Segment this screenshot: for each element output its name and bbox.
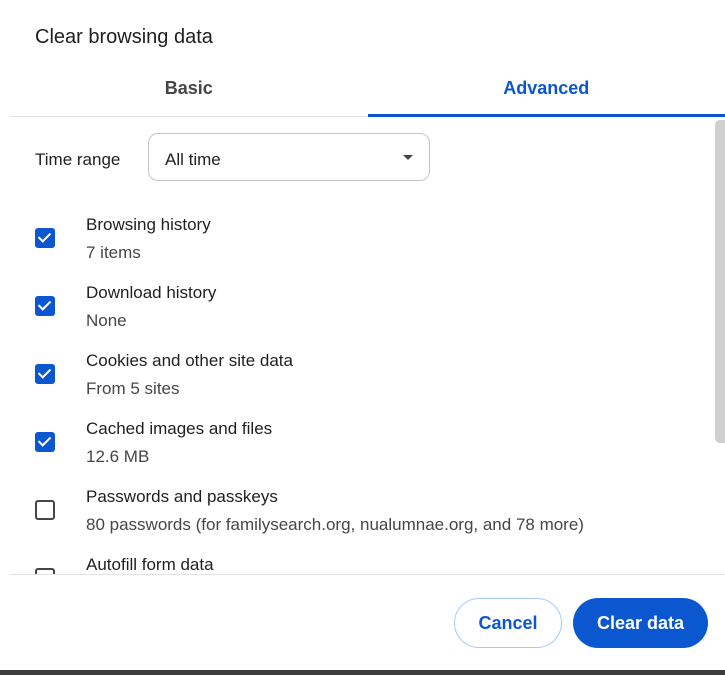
time-range-select[interactable]: All time — [148, 133, 430, 181]
browsing-history-checkbox[interactable] — [35, 228, 55, 248]
option-download-history[interactable]: Download history None — [10, 283, 710, 345]
option-title: Passwords and passkeys — [86, 487, 278, 506]
option-title: Autofill form data — [86, 555, 214, 574]
tab-basic[interactable]: Basic — [10, 66, 368, 116]
cookies-checkbox[interactable] — [35, 364, 55, 384]
time-range-label: Time range — [35, 150, 121, 169]
footer-divider — [10, 574, 725, 575]
time-range-value: All time — [165, 150, 221, 169]
option-cached-images[interactable]: Cached images and files 12.6 MB — [10, 419, 710, 481]
dropdown-caret-icon — [403, 155, 413, 160]
clear-data-button[interactable]: Clear data — [573, 598, 708, 648]
option-detail: From 5 sites — [86, 379, 180, 398]
dialog-title: Clear browsing data — [35, 26, 213, 48]
option-browsing-history[interactable]: Browsing history 7 items — [10, 215, 710, 277]
option-title: Cookies and other site data — [86, 351, 293, 370]
clear-browsing-data-dialog: Clear browsing data Basic Advanced Time … — [0, 0, 725, 675]
download-history-checkbox[interactable] — [35, 296, 55, 316]
option-detail: 7 items — [86, 243, 141, 262]
option-title: Download history — [86, 283, 217, 302]
option-cookies[interactable]: Cookies and other site data From 5 sites — [10, 351, 710, 413]
option-detail: 80 passwords (for familysearch.org, nual… — [86, 515, 584, 534]
cached-images-checkbox[interactable] — [35, 432, 55, 452]
option-detail: 12.6 MB — [86, 447, 150, 466]
option-autofill[interactable]: Autofill form data — [10, 555, 710, 574]
option-passwords[interactable]: Passwords and passkeys 80 passwords (for… — [10, 487, 710, 549]
window-bottom-edge — [0, 670, 725, 675]
scrollbar-thumb[interactable] — [715, 120, 725, 443]
cancel-button[interactable]: Cancel — [454, 598, 562, 648]
passwords-checkbox[interactable] — [35, 500, 55, 520]
option-title: Cached images and files — [86, 419, 273, 438]
advanced-panel: Time range All time Browsing history 7 i… — [10, 117, 725, 574]
tab-bar: Basic Advanced — [10, 66, 725, 117]
option-detail: None — [86, 311, 127, 330]
tab-advanced[interactable]: Advanced — [367, 66, 725, 117]
option-title: Browsing history — [86, 215, 211, 234]
